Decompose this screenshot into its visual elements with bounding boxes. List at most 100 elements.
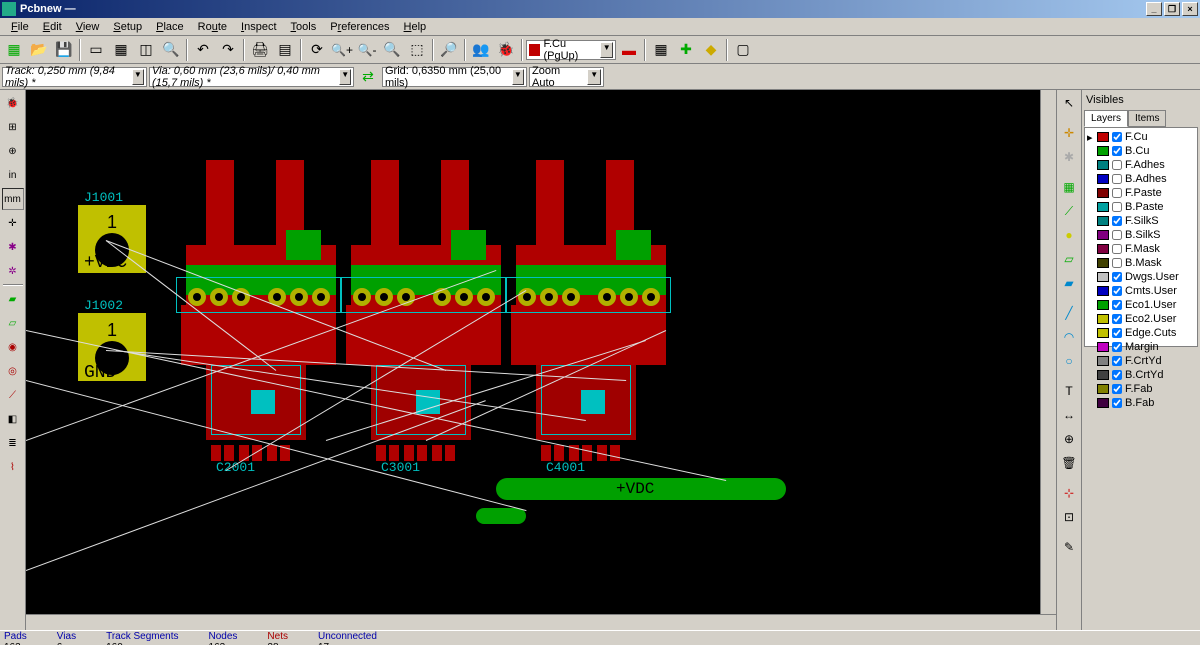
- units-in-icon[interactable]: in: [2, 164, 24, 186]
- module-viewer-icon[interactable]: 🔍: [159, 38, 183, 62]
- module-editor-icon[interactable]: ◫: [134, 38, 158, 62]
- redo-icon[interactable]: ↷: [216, 38, 240, 62]
- zoom-fit-icon[interactable]: 🔍: [380, 38, 404, 62]
- layer-row-Cmts-User[interactable]: ▸Cmts.User: [1087, 284, 1195, 298]
- layer-select[interactable]: F.Cu (PgUp) ▼: [526, 40, 616, 60]
- layer-row-Margin[interactable]: ▸Margin: [1087, 340, 1195, 354]
- open-icon[interactable]: 📂: [27, 38, 51, 62]
- add-line-icon[interactable]: ╱: [1058, 302, 1080, 324]
- layer-row-F-Paste[interactable]: ▸F.Paste: [1087, 186, 1195, 200]
- measure-icon[interactable]: ✎: [1058, 536, 1080, 558]
- add-dimension-icon[interactable]: ↔: [1058, 404, 1080, 426]
- layer-row-B-SilkS[interactable]: ▸B.SilkS: [1087, 228, 1195, 242]
- via-outline-icon[interactable]: ◎: [2, 360, 24, 382]
- vertical-scrollbar[interactable]: [1040, 90, 1056, 614]
- layer-row-F-SilkS[interactable]: ▸F.SilkS: [1087, 214, 1195, 228]
- mode-icon[interactable]: ◆: [699, 38, 723, 62]
- drc-off-icon[interactable]: 🐞: [2, 92, 24, 114]
- mode-footprint-icon[interactable]: ▦: [649, 38, 673, 62]
- units-mm-icon[interactable]: mm: [2, 188, 24, 210]
- zoom-redraw-icon[interactable]: ⟳: [305, 38, 329, 62]
- layer-row-Dwgs-User[interactable]: ▸Dwgs.User: [1087, 270, 1195, 284]
- layer-row-Eco2-User[interactable]: ▸Eco2.User: [1087, 312, 1195, 326]
- auto-track-icon[interactable]: ⇄: [356, 65, 380, 89]
- grid-select[interactable]: Grid: 0,6350 mm (25,00 mils)▼: [382, 67, 527, 87]
- undo-icon[interactable]: ↶: [191, 38, 215, 62]
- highlight-net-icon[interactable]: ✛: [1058, 122, 1080, 144]
- ratsnest-module-icon[interactable]: ✲: [2, 260, 24, 282]
- layer-row-F-Mask[interactable]: ▸F.Mask: [1087, 242, 1195, 256]
- layers-manager-icon[interactable]: ≣: [2, 432, 24, 454]
- menu-help[interactable]: Help: [397, 19, 434, 35]
- tab-items[interactable]: Items: [1128, 110, 1166, 127]
- via-size-select[interactable]: Via: 0,60 mm (23,6 mils)/ 0,40 mm (15,7 …: [149, 67, 354, 87]
- menu-file[interactable]: File: [4, 19, 36, 35]
- menu-setup[interactable]: Setup: [106, 19, 149, 35]
- save-icon[interactable]: 💾: [52, 38, 76, 62]
- layer-row-Edge-Cuts[interactable]: ▸Edge.Cuts: [1087, 326, 1195, 340]
- print-icon[interactable]: 🖨: [248, 38, 272, 62]
- add-text-icon[interactable]: T: [1058, 380, 1080, 402]
- zoom-out-icon[interactable]: 🔍-: [355, 38, 379, 62]
- zoom-selection-icon[interactable]: ⬚: [405, 38, 429, 62]
- layer-row-F-Cu[interactable]: ▸F.Cu: [1087, 130, 1195, 144]
- layer-row-B-Cu[interactable]: ▸B.Cu: [1087, 144, 1195, 158]
- layer-row-F-Adhes[interactable]: ▸F.Adhes: [1087, 158, 1195, 172]
- cursor-shape-icon[interactable]: ✛: [2, 212, 24, 234]
- find-icon[interactable]: 🔎: [437, 38, 461, 62]
- page-settings-icon[interactable]: ▭: [84, 38, 108, 62]
- place-origin-icon[interactable]: ⊹: [1058, 482, 1080, 504]
- menu-place[interactable]: Place: [149, 19, 191, 35]
- zoom-in-icon[interactable]: 🔍+: [330, 38, 354, 62]
- add-via-icon[interactable]: ●: [1058, 224, 1080, 246]
- pad-outline-icon[interactable]: ◉: [2, 336, 24, 358]
- zoom-select[interactable]: Zoom Auto▼: [529, 67, 604, 87]
- add-circle-icon[interactable]: ○: [1058, 350, 1080, 372]
- add-keepout-icon[interactable]: ▰: [1058, 272, 1080, 294]
- add-footprint-icon[interactable]: ▦: [1058, 176, 1080, 198]
- local-ratsnest-icon[interactable]: ✱: [1058, 146, 1080, 168]
- show-filled-zones-icon[interactable]: ▰: [2, 288, 24, 310]
- plot-icon[interactable]: ▤: [273, 38, 297, 62]
- layer-row-B-Paste[interactable]: ▸B.Paste: [1087, 200, 1195, 214]
- delete-icon[interactable]: 🗑: [1058, 452, 1080, 474]
- microwave-toolbar-icon[interactable]: ⌇: [2, 456, 24, 478]
- add-arc-icon[interactable]: ◠: [1058, 326, 1080, 348]
- layer-row-F-CrtYd[interactable]: ▸F.CrtYd: [1087, 354, 1195, 368]
- menu-tools[interactable]: Tools: [284, 19, 324, 35]
- drc-icon[interactable]: 🐞: [494, 38, 518, 62]
- menu-route[interactable]: Route: [191, 19, 234, 35]
- contrast-icon[interactable]: ◧: [2, 408, 24, 430]
- mode-track-icon[interactable]: ✚: [674, 38, 698, 62]
- route-track-icon[interactable]: ⟋: [1058, 200, 1080, 222]
- sheet-icon[interactable]: ▦: [109, 38, 133, 62]
- grid-origin-icon[interactable]: ⊡: [1058, 506, 1080, 528]
- layer-pair-icon[interactable]: ▬: [617, 38, 641, 62]
- close-button[interactable]: ×: [1182, 2, 1198, 16]
- board-setup-icon[interactable]: ▦: [2, 38, 26, 62]
- grid-icon[interactable]: ⊞: [2, 116, 24, 138]
- layer-row-B-Adhes[interactable]: ▸B.Adhes: [1087, 172, 1195, 186]
- menu-preferences[interactable]: Preferences: [323, 19, 396, 35]
- ratsnest-icon[interactable]: ✱: [2, 236, 24, 258]
- scripting-icon[interactable]: ▢: [731, 38, 755, 62]
- select-tool-icon[interactable]: ↖: [1058, 92, 1080, 114]
- track-width-select[interactable]: Track: 0,250 mm (9,84 mils) *▼: [2, 67, 147, 87]
- layer-row-B-CrtYd[interactable]: ▸B.CrtYd: [1087, 368, 1195, 382]
- netlist-icon[interactable]: 👥: [469, 38, 493, 62]
- add-zone-icon[interactable]: ▱: [1058, 248, 1080, 270]
- show-zone-outline-icon[interactable]: ▱: [2, 312, 24, 334]
- pcb-canvas[interactable]: J10011+VDCJ10021GNDC2001C3001C4001+VDC: [26, 90, 1040, 614]
- maximize-button[interactable]: ❐: [1164, 2, 1180, 16]
- add-target-icon[interactable]: ⊕: [1058, 428, 1080, 450]
- layer-row-Eco1-User[interactable]: ▸Eco1.User: [1087, 298, 1195, 312]
- horizontal-scrollbar[interactable]: [26, 614, 1056, 630]
- layer-row-B-Fab[interactable]: ▸B.Fab: [1087, 396, 1195, 410]
- menu-edit[interactable]: Edit: [36, 19, 69, 35]
- layer-row-F-Fab[interactable]: ▸F.Fab: [1087, 382, 1195, 396]
- tab-layers[interactable]: Layers: [1084, 110, 1128, 127]
- menu-inspect[interactable]: Inspect: [234, 19, 283, 35]
- polar-icon[interactable]: ⊕: [2, 140, 24, 162]
- layer-row-B-Mask[interactable]: ▸B.Mask: [1087, 256, 1195, 270]
- menu-view[interactable]: View: [69, 19, 107, 35]
